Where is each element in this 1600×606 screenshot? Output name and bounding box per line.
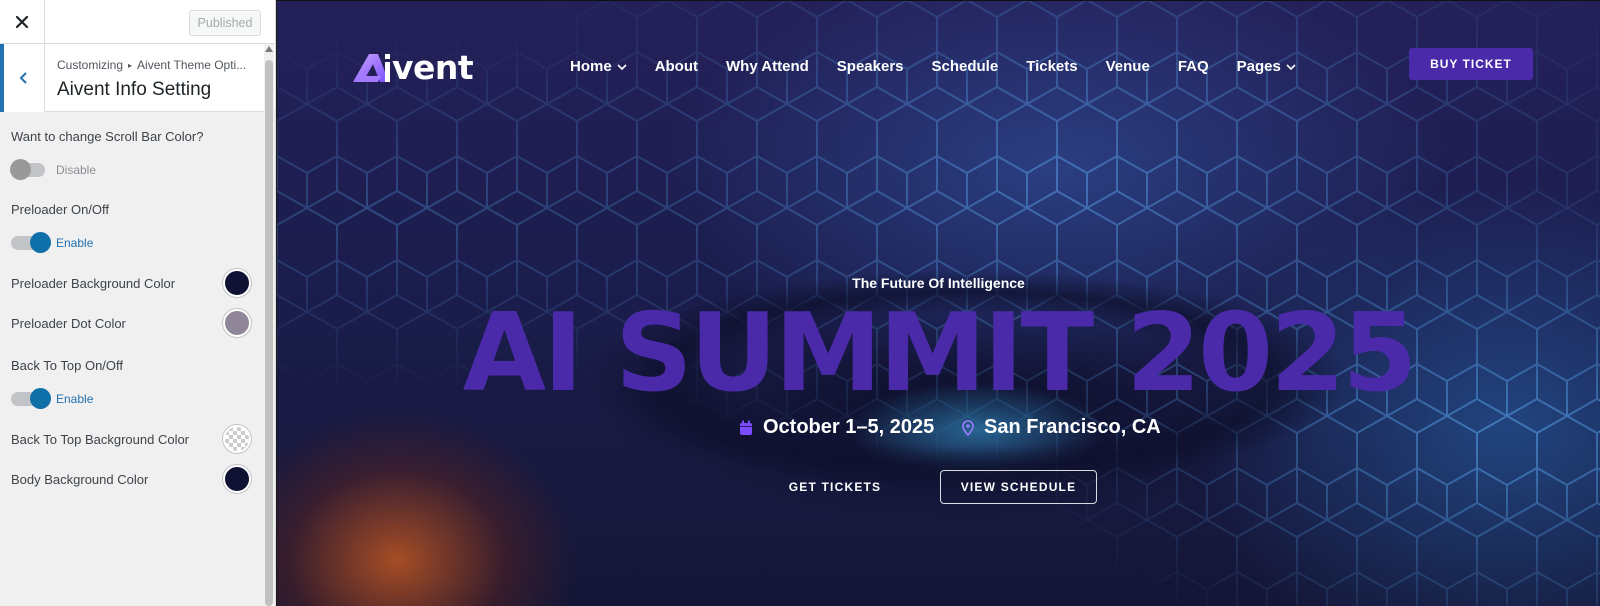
breadcrumb-separator-icon: ▸ — [128, 61, 133, 70]
customizer-header: Published — [0, 0, 275, 44]
panel-title: Aivent Info Setting — [57, 79, 212, 100]
hero-headline: AI SUMMIT 2025 — [462, 291, 1418, 416]
preloader-bg-color-row: Preloader Background Color — [11, 269, 251, 297]
scroll-bar-toggle-row: Disable — [10, 159, 251, 180]
nav-item-speakers[interactable]: Speakers — [837, 58, 904, 75]
logo-text: vent — [392, 48, 474, 87]
main-nav: Home About Why Attend Speakers Schedule … — [570, 58, 1324, 75]
toggle-knob — [30, 388, 51, 409]
scroll-up-arrow-icon[interactable] — [265, 46, 273, 52]
back-to-top-toggle-row: Enable — [11, 388, 251, 409]
nav-item-tickets[interactable]: Tickets — [1026, 58, 1077, 75]
nav-item-about[interactable]: About — [655, 58, 698, 75]
chevron-down-icon — [617, 63, 627, 70]
event-date-text: October 1–5, 2025 — [763, 416, 935, 438]
close-icon — [15, 15, 29, 29]
hero-tagline: The Future Of Intelligence — [852, 275, 1025, 291]
preview-top-border — [277, 0, 1600, 1]
controls-list: Want to change Scroll Bar Color? Disable… — [10, 112, 251, 493]
back-to-top-bg-color-swatch[interactable] — [223, 425, 251, 453]
toggle-knob — [30, 232, 51, 253]
nav-label: Home — [570, 58, 612, 75]
chevron-down-icon — [1286, 63, 1296, 70]
site-preview: vent Home About Why Attend Speakers Sche… — [277, 0, 1600, 606]
breadcrumb-root: Customizing — [57, 58, 124, 72]
nav-item-faq[interactable]: FAQ — [1178, 58, 1209, 75]
panel-title-section: Customizing ▸ Aivent Theme Opti... Aivent … — [0, 44, 275, 112]
calendar-icon — [739, 420, 753, 436]
event-date: October 1–5, 2025 — [739, 416, 934, 439]
buy-ticket-button[interactable]: BUY TICKET — [1409, 48, 1533, 80]
event-location: San Francisco, CA — [962, 416, 1161, 439]
breadcrumb-parent: Aivent Theme Opti... — [137, 58, 247, 72]
toggle-knob — [10, 159, 31, 180]
map-pin-icon — [962, 419, 974, 436]
back-to-top-toggle[interactable] — [11, 388, 51, 409]
close-customizer-button[interactable] — [0, 0, 45, 44]
body-bg-color-label: Body Background Color — [11, 471, 149, 487]
get-tickets-button[interactable]: GET TICKETS — [780, 470, 890, 504]
nav-item-venue[interactable]: Venue — [1106, 58, 1150, 75]
site-logo[interactable]: vent — [351, 48, 474, 87]
scroll-bar-color-label: Want to change Scroll Bar Color? — [11, 129, 204, 144]
preloader-dot-color-row: Preloader Dot Color — [11, 309, 251, 337]
nav-item-home[interactable]: Home — [570, 58, 627, 75]
preloader-toggle[interactable] — [11, 232, 51, 253]
preloader-bg-color-swatch[interactable] — [223, 269, 251, 297]
back-to-top-bg-color-label: Back To Top Background Color — [11, 431, 190, 447]
nav-item-pages[interactable]: Pages — [1237, 58, 1296, 75]
breadcrumb: Customizing ▸ Aivent Theme Opti... — [57, 58, 257, 72]
chevron-left-icon — [19, 72, 27, 84]
body-bg-color-row: Body Background Color — [11, 465, 251, 493]
preloader-bg-color-label: Preloader Background Color — [11, 275, 176, 291]
back-to-top-toggle-state: Enable — [56, 392, 94, 406]
back-to-top-bg-color-row: Back To Top Background Color — [11, 425, 251, 453]
back-button[interactable] — [0, 44, 45, 112]
back-to-top-label: Back To Top On/Off — [11, 358, 124, 373]
published-button[interactable]: Published — [189, 10, 261, 36]
body-bg-color-swatch[interactable] — [223, 465, 251, 493]
preloader-dot-color-label: Preloader Dot Color — [11, 315, 126, 331]
scroll-bar-toggle[interactable] — [10, 159, 45, 180]
view-schedule-button[interactable]: VIEW SCHEDULE — [940, 470, 1097, 504]
nav-item-schedule[interactable]: Schedule — [932, 58, 999, 75]
nav-label: Pages — [1236, 58, 1281, 75]
preloader-toggle-state: Enable — [56, 236, 94, 250]
preloader-dot-color-swatch[interactable] — [223, 309, 251, 337]
event-location-text: San Francisco, CA — [984, 416, 1161, 438]
scroll-thumb[interactable] — [265, 60, 273, 606]
preloader-toggle-row: Enable — [11, 232, 251, 253]
preloader-label: Preloader On/Off — [11, 202, 110, 217]
logo-a-icon — [353, 53, 390, 82]
sidebar-scrollbar[interactable] — [264, 44, 274, 606]
nav-item-why-attend[interactable]: Why Attend — [726, 58, 809, 75]
scroll-bar-toggle-state: Disable — [56, 163, 97, 177]
customizer-sidebar: Published Customizing ▸ Aivent Theme Opti.… — [0, 0, 276, 606]
